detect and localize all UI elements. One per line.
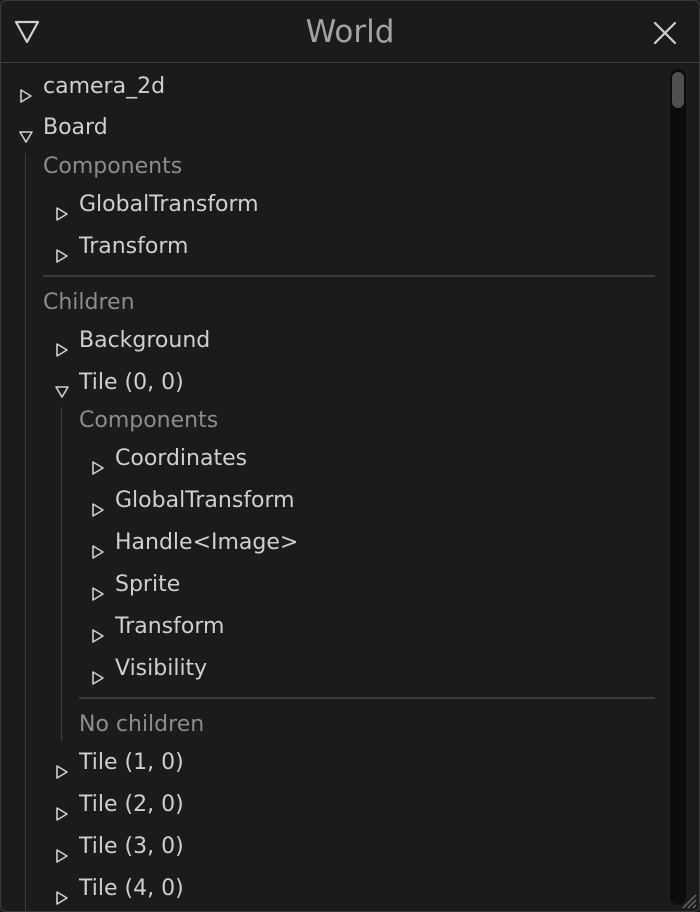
- board-children-heading: Children: [43, 290, 135, 315]
- triangle-right-icon: [91, 620, 105, 643]
- triangle-right-icon: [55, 798, 69, 821]
- triangle-right-icon: [55, 840, 69, 863]
- triangle-right-icon: [55, 882, 69, 905]
- tree-item-label: Tile (2, 0): [79, 792, 184, 817]
- triangle-right-icon: [91, 536, 105, 559]
- tile-indent-guide: [61, 407, 62, 741]
- tree-item-label: Visibility: [115, 656, 208, 681]
- tree-item-label: GlobalTransform: [79, 192, 259, 217]
- triangle-right-icon: [55, 198, 69, 221]
- window-title: World: [305, 14, 395, 50]
- triangle-right-icon: [55, 334, 69, 357]
- triangle-right-icon: [55, 756, 69, 779]
- tree-item-label: Transform: [115, 614, 225, 639]
- tile-components-heading: Components: [79, 408, 219, 433]
- tree-item-label: Tile (1, 0): [79, 750, 184, 775]
- triangle-right-icon: [55, 240, 69, 263]
- tile-no-children-label: No children: [79, 712, 205, 737]
- resize-grip-icon[interactable]: [681, 893, 697, 909]
- scrollbar-thumb[interactable]: [672, 72, 684, 108]
- entity-tree: camera_2d Board Components GlobalTransfo…: [1, 63, 669, 911]
- window-titlebar: World: [1, 1, 699, 63]
- tree-item-label: camera_2d: [43, 74, 166, 99]
- tree-item-label: Board: [43, 115, 108, 140]
- triangle-down-icon: [19, 121, 33, 143]
- tile-section-divider: [79, 697, 655, 699]
- tree-item-label: GlobalTransform: [115, 488, 295, 513]
- close-icon[interactable]: [651, 19, 679, 47]
- triangle-down-icon: [55, 376, 69, 398]
- tree-item-label: Background: [79, 328, 211, 353]
- tree-item-label: Tile (0, 0): [79, 370, 184, 395]
- tree-item-label: Tile (3, 0): [79, 834, 184, 859]
- triangle-right-icon: [19, 80, 33, 103]
- triangle-right-icon: [91, 494, 105, 517]
- tree-item-label: Coordinates: [115, 446, 248, 471]
- triangle-right-icon: [91, 662, 105, 685]
- tree-item-label: Handle<Image>: [115, 530, 299, 555]
- vertical-scrollbar[interactable]: [670, 69, 686, 905]
- board-section-divider: [43, 275, 655, 277]
- world-inspector-window: World camera_2d Board Components GlobalT…: [0, 0, 700, 912]
- triangle-right-icon: [91, 578, 105, 601]
- tree-item-label: Sprite: [115, 572, 181, 597]
- tree-item-label: Tile (4, 0): [79, 876, 184, 901]
- board-indent-guide: [25, 153, 26, 911]
- board-components-heading: Components: [43, 154, 183, 179]
- tree-item-label: Transform: [79, 234, 189, 259]
- triangle-right-icon: [91, 452, 105, 475]
